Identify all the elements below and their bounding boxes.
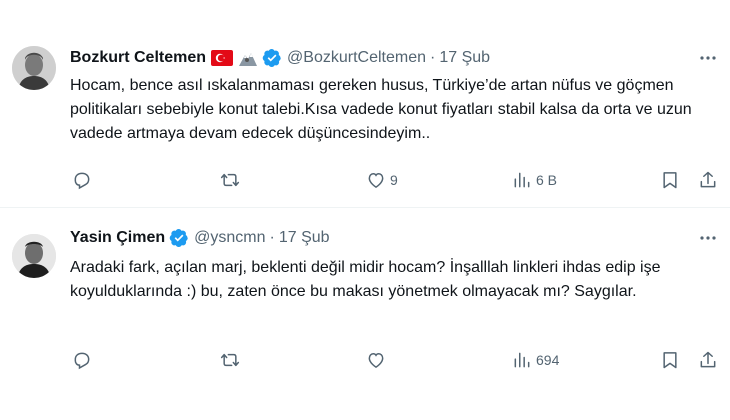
views-count: 6 B [536,172,558,188]
verified-badge-icon [262,48,282,68]
more-dots-icon[interactable] [698,48,718,68]
retweet-icon [220,173,240,187]
tweet-actions: 9 6 B [70,168,722,192]
display-name[interactable]: Bozkurt Celtemen [70,47,206,69]
mountain-wolf-icon [238,49,258,67]
display-name[interactable]: Yasin Çimen [70,227,165,249]
separator-dot: · [269,229,275,246]
tweet-header: Yasin Çimen @ysncmn · 17 Şub [70,227,682,249]
share-button[interactable] [698,170,718,190]
avatar[interactable] [12,46,56,90]
avatar[interactable] [12,234,56,278]
views-button[interactable]: 6 B [512,170,557,190]
retweet-icon [220,353,240,367]
separator-dot: · [430,49,436,66]
reply-button[interactable] [72,350,96,370]
reply-icon [74,172,90,190]
views-icon [514,352,530,368]
like-button[interactable]: 9 [366,170,398,190]
reply-button[interactable] [72,170,96,190]
heart-icon [368,172,384,188]
share-icon [700,171,716,188]
bookmark-button[interactable] [660,350,680,370]
tweet-date[interactable]: 17 Şub [439,47,490,69]
user-handle[interactable]: @ysncmn [194,227,265,249]
retweet-button[interactable] [220,170,244,190]
verified-badge-icon [169,228,189,248]
retweet-button[interactable] [220,350,244,370]
like-button[interactable] [366,350,390,370]
views-count: 694 [536,352,560,368]
share-button[interactable] [698,350,718,370]
tweet-actions: 694 [70,348,722,372]
bookmark-button[interactable] [660,170,680,190]
tweet-date[interactable]: 17 Şub [279,227,330,249]
more-dots-icon[interactable] [698,228,718,248]
bookmark-icon [663,352,677,369]
heart-icon [368,352,384,368]
bookmark-icon [663,172,677,189]
views-icon [514,172,530,188]
turkish-flag-icon [211,50,234,66]
tweet[interactable]: Bozkurt Celtemen @BozkurtCeltemen · 17 Ş… [0,0,730,208]
tweet-text: Aradaki fark, açılan marj, beklenti deği… [70,259,661,300]
tweet-text: Hocam, bence asıl ıskalanmaması gereken … [70,77,692,142]
tweet[interactable]: Yasin Çimen @ysncmn · 17 Şub Aradaki far… [0,208,730,420]
user-handle[interactable]: @BozkurtCeltemen [287,47,426,69]
share-icon [700,351,716,368]
reply-icon [74,352,90,370]
tweet-header: Bozkurt Celtemen @BozkurtCeltemen · 17 Ş… [70,47,682,69]
like-count: 9 [390,172,398,188]
views-button[interactable]: 694 [512,350,559,370]
